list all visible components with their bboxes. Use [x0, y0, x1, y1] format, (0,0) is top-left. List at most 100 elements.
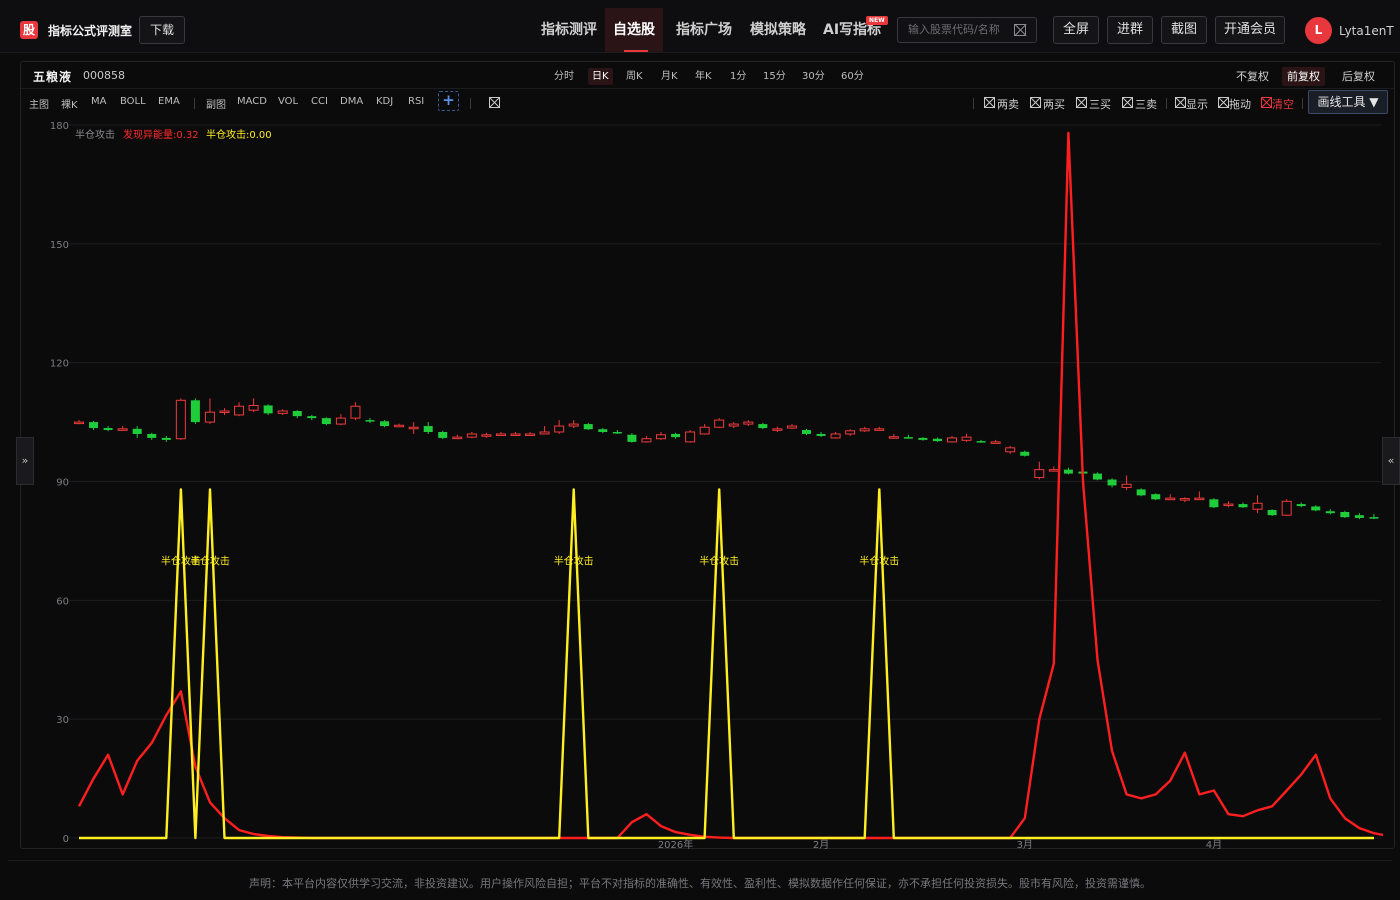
- period-daily[interactable]: 日K: [588, 68, 613, 85]
- candle-body-down: [627, 434, 637, 442]
- x-tick-label: 2月: [813, 839, 829, 849]
- candle-body-down: [1209, 499, 1219, 508]
- checkbox-icon[interactable]: [1175, 97, 1186, 108]
- candle-body-up: [495, 433, 506, 436]
- signal-annotation: 半仓攻击: [859, 555, 899, 568]
- fullscreen-button[interactable]: 全屏: [1053, 16, 1099, 44]
- candle-body-down: [263, 405, 273, 414]
- expand-right-icon[interactable]: «: [1382, 437, 1400, 485]
- candle-body-up: [874, 428, 885, 431]
- checkbox-icon[interactable]: [1218, 97, 1229, 108]
- kline-chart[interactable]: 03060901201501802026年 2月 3月 4月半仓攻击半仓攻击 半仓攻击半…: [21, 117, 1383, 849]
- indicator-macd[interactable]: MACD: [237, 96, 267, 107]
- add-indicator-button[interactable]: +: [438, 91, 459, 111]
- toggle-drag[interactable]: 拖动: [1229, 96, 1251, 112]
- period-yearly[interactable]: 年K: [691, 68, 716, 85]
- candle-body-down: [932, 438, 942, 442]
- footer-divider: [8, 860, 1392, 861]
- adjust-none[interactable]: 不复权: [1231, 67, 1274, 86]
- candle-body-up: [219, 410, 230, 413]
- period-15min[interactable]: 15分: [759, 68, 790, 85]
- indicator-ma[interactable]: MA: [91, 96, 106, 107]
- candle-body-up: [74, 421, 84, 425]
- indicator-rsi[interactable]: RSI: [408, 96, 424, 107]
- candle-body-down: [612, 431, 622, 434]
- stock-search-input[interactable]: 输入股票代码/名称: [897, 17, 1037, 43]
- clear-search-icon[interactable]: [1014, 24, 1026, 36]
- download-button[interactable]: 下载: [139, 16, 185, 44]
- candle-body-up: [452, 436, 463, 440]
- brand-logo-icon: 股: [20, 21, 38, 39]
- candle-body-up: [117, 428, 128, 431]
- candle-body-down: [1325, 511, 1335, 514]
- checkbox-icon[interactable]: [1122, 97, 1133, 108]
- nav-indicator-review[interactable]: 指标测评: [541, 8, 597, 52]
- period-1min[interactable]: 1分: [726, 68, 750, 85]
- indicator-boll[interactable]: BOLL: [120, 96, 146, 107]
- avatar[interactable]: L: [1305, 17, 1332, 44]
- candle-body-down: [1107, 479, 1117, 486]
- checkbox-icon[interactable]: [1030, 97, 1041, 108]
- candle-body-up: [554, 425, 565, 433]
- toggle-three-buy[interactable]: 三买: [1089, 96, 1111, 112]
- indicator-ema[interactable]: EMA: [158, 96, 180, 107]
- period-monthly[interactable]: 月K: [657, 68, 682, 85]
- candle-body-down: [1238, 504, 1248, 508]
- candle-body-up: [1194, 497, 1205, 501]
- candle-body-down: [438, 431, 448, 438]
- toggle-two-buy[interactable]: 两买: [1043, 96, 1065, 112]
- candle-body-up: [1034, 469, 1045, 479]
- divider: [470, 98, 471, 109]
- x-tick-label: 2026年: [658, 838, 693, 849]
- y-tick-label: 150: [50, 240, 69, 251]
- candle-body-up: [510, 433, 521, 436]
- toggle-two-sell[interactable]: 两卖: [997, 96, 1019, 112]
- indicator-kdj[interactable]: KDJ: [376, 96, 393, 107]
- candle-body-up: [568, 423, 579, 427]
- drawing-tools-dropdown[interactable]: 画线工具 ▼: [1308, 90, 1388, 114]
- candle-body-down: [976, 441, 986, 443]
- clear-icon[interactable]: [1261, 97, 1272, 108]
- username[interactable]: Lyta1enT: [1339, 24, 1394, 38]
- candle-body-down: [147, 433, 157, 438]
- candle-body-up: [699, 426, 710, 435]
- candle-body-up: [335, 417, 346, 425]
- close-indicator-icon[interactable]: [489, 97, 500, 108]
- candle-body-up: [1223, 503, 1234, 507]
- candle-body-up: [786, 425, 797, 429]
- stock-code: 000858: [83, 69, 125, 82]
- period-intraday[interactable]: 分时: [550, 68, 578, 85]
- candle-body-down: [190, 400, 200, 423]
- indicator-naked-k[interactable]: 裸K: [61, 96, 78, 111]
- period-weekly[interactable]: 周K: [622, 68, 647, 85]
- nav-watchlist[interactable]: 自选股: [605, 8, 663, 52]
- candle-body-down: [1020, 451, 1030, 456]
- checkbox-icon[interactable]: [1076, 97, 1087, 108]
- checkbox-icon[interactable]: [984, 97, 995, 108]
- y-tick-label: 60: [56, 596, 69, 607]
- join-group-button[interactable]: 进群: [1107, 16, 1153, 44]
- candle-body-down: [918, 437, 928, 440]
- candle-body-up: [525, 433, 536, 436]
- candle-body-up: [1005, 447, 1016, 453]
- toggle-show[interactable]: 显示: [1186, 96, 1208, 112]
- adjust-forward[interactable]: 前复权: [1282, 67, 1325, 86]
- period-30min[interactable]: 30分: [798, 68, 829, 85]
- adjust-backward[interactable]: 后复权: [1337, 67, 1380, 86]
- indicator-dma[interactable]: DMA: [340, 96, 363, 107]
- nav-simulation-strategy[interactable]: 模拟策略: [750, 8, 806, 52]
- indicator-cci[interactable]: CCI: [311, 96, 328, 107]
- candle-body-down: [423, 426, 433, 432]
- candle-body-down: [671, 433, 681, 438]
- indicator-vol[interactable]: VOL: [278, 96, 298, 107]
- brand-title: 指标公式评测室: [48, 24, 133, 38]
- screenshot-button[interactable]: 截图: [1161, 16, 1207, 44]
- nav-ai-indicator[interactable]: AI写指标: [823, 8, 881, 52]
- membership-button[interactable]: 开通会员: [1215, 16, 1285, 44]
- clear-drawings-button[interactable]: 清空: [1272, 96, 1294, 112]
- period-60min[interactable]: 60分: [837, 68, 868, 85]
- toggle-three-sell[interactable]: 三卖: [1135, 96, 1157, 112]
- y-tick-label: 0: [63, 834, 69, 845]
- candle-body-up: [204, 411, 215, 423]
- nav-indicator-square[interactable]: 指标广场: [676, 8, 732, 52]
